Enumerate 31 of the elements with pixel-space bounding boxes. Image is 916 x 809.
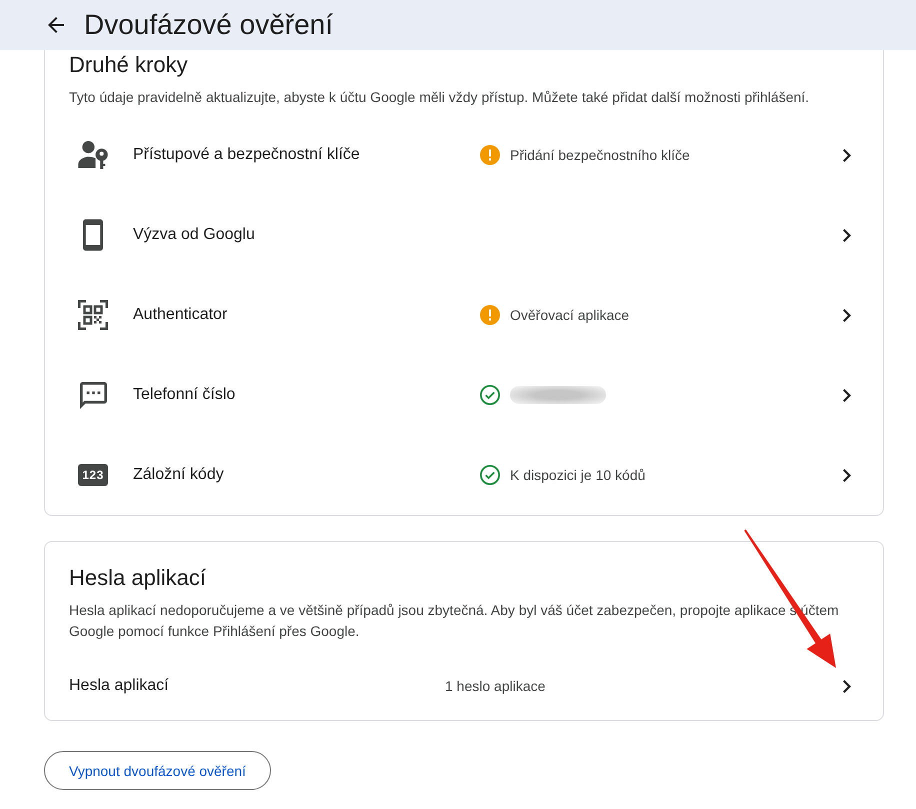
status-text: Přidání bezpečnostního klíče (510, 147, 690, 163)
item-label: Výzva od Googlu (133, 226, 256, 244)
person-key-icon (78, 141, 108, 169)
phone-icon (83, 219, 103, 251)
item-label: Záložní kódy (133, 466, 225, 484)
chevron-right-icon[interactable] (843, 680, 851, 692)
chevron-right-icon[interactable] (843, 148, 851, 162)
check-circle-icon (480, 465, 500, 485)
section-title: Druhé kroky (69, 51, 189, 79)
chevron-right-icon[interactable] (843, 228, 851, 242)
chevron-right-icon[interactable] (843, 468, 851, 482)
warning-icon (480, 145, 500, 165)
chevron-right-icon[interactable] (843, 388, 851, 402)
warning-icon (480, 305, 500, 325)
item-label: Přístupové a bezpečnostní klíče (133, 146, 361, 164)
numbers-icon: 123 (78, 464, 108, 486)
item-label: Telefonní číslo (133, 386, 236, 404)
message-icon (80, 382, 106, 408)
section-description: Tyto údaje pravidelně aktualizujte, abyste k účtu Google měli vždy přístup. Můžete také přidat další možnosti přihlášení. (69, 88, 810, 107)
item-value: 1 heslo aplikace (445, 678, 546, 694)
check-circle-icon (480, 385, 500, 405)
status-text: Ověřovací aplikace (510, 307, 630, 323)
qr-code-icon (78, 300, 108, 330)
item-label: Hesla aplikací (69, 677, 170, 695)
status-text: K dispozici je 10 kódů (510, 467, 646, 483)
turn-off-button[interactable]: Vypnout dvoufázové ověření (44, 751, 271, 790)
back-arrow-icon[interactable] (48, 17, 64, 33)
page-title: Dvoufázové ověření (84, 8, 334, 42)
chevron-right-icon[interactable] (843, 308, 851, 322)
section-title: Hesla aplikací (69, 564, 207, 592)
item-label: Authenticator (133, 306, 228, 324)
